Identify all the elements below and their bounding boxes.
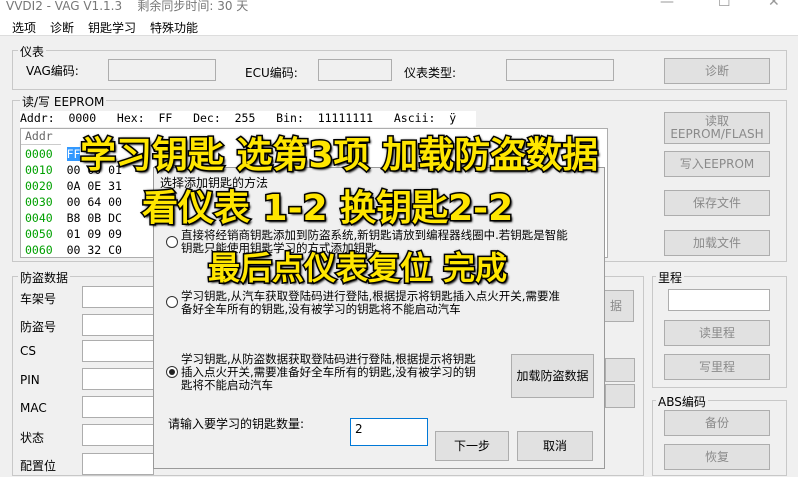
option3-radio[interactable] bbox=[166, 366, 178, 378]
hex-row: 0030 00 64 00 bbox=[25, 195, 122, 209]
immo-data-group-title: 防盗数据 bbox=[18, 269, 71, 286]
instrument-type-field bbox=[506, 59, 614, 81]
vag-code-label: VAG编码: bbox=[26, 64, 79, 78]
hex-addr-header: Addr bbox=[21, 129, 61, 145]
hex-row: 0000 FF bbox=[25, 147, 81, 161]
save-file-button[interactable]: 保存文件 bbox=[664, 190, 770, 216]
vin-label: 车架号 bbox=[20, 292, 57, 306]
read-mileage-button[interactable]: 读里程 bbox=[664, 320, 770, 346]
abs-restore-button[interactable]: 恢复 bbox=[664, 444, 770, 470]
ecu-code-field bbox=[318, 59, 392, 81]
close-icon[interactable]: ✕ bbox=[768, 0, 780, 10]
eeprom-group-title: 读/写 EEPROM bbox=[20, 93, 107, 110]
caption-line1: 学习钥匙 选第3项 加载防盗数据 bbox=[78, 134, 599, 178]
config-label: 配置位 bbox=[20, 459, 57, 473]
key-count-label: 请输入要学习的钥匙数量: bbox=[168, 417, 305, 431]
load-immo-data-button[interactable]: 加载防盗数据 bbox=[511, 354, 594, 398]
maximize-icon[interactable]: ☐ bbox=[718, 0, 731, 10]
menu-diagnosis[interactable]: 诊断 bbox=[50, 19, 74, 36]
menu-special-functions[interactable]: 特殊功能 bbox=[150, 19, 198, 36]
diagnose-button[interactable]: 诊断 bbox=[664, 58, 770, 84]
hex-row: 0060 00 32 C0 bbox=[25, 243, 122, 257]
mileage-group-title: 里程 bbox=[656, 269, 685, 286]
caption-line3: 最后点仪表复位 完成 bbox=[206, 248, 508, 289]
option2-radio[interactable] bbox=[166, 296, 178, 308]
minimize-icon[interactable]: — bbox=[660, 0, 674, 10]
hex-row: 0020 0A 0E 31 bbox=[25, 179, 122, 193]
option3-text[interactable]: 学习钥匙,从防盗数据获取登陆码进行登陆,根据提示将钥匙 插入点火开关,需要准备好… bbox=[181, 353, 476, 392]
mac-label: MAC bbox=[20, 401, 47, 415]
option2-text[interactable]: 学习钥匙,从汽车获取登陆码进行登陆,根据提示将钥匙插入点火开关,需要准 备好全车… bbox=[181, 290, 560, 316]
menu-options[interactable]: 选项 bbox=[12, 19, 36, 36]
vag-code-field bbox=[108, 59, 216, 81]
menu-key-learning[interactable]: 钥匙学习 bbox=[88, 19, 136, 36]
immo-id-field[interactable] bbox=[82, 314, 154, 336]
mac-field[interactable] bbox=[82, 396, 154, 418]
instrument-type-label: 仪表类型: bbox=[404, 66, 457, 80]
hidden-button[interactable] bbox=[605, 358, 635, 382]
status-label: 状态 bbox=[20, 431, 45, 445]
load-file-button[interactable]: 加载文件 bbox=[664, 230, 770, 256]
hex-status-line: Addr: 0000 Hex: FF Dec: 255 Bin: 1111111… bbox=[20, 111, 476, 127]
ecu-code-label: ECU编码: bbox=[245, 66, 298, 80]
read-eeprom-button[interactable]: 读取 EEPROM/FLASH bbox=[664, 112, 770, 144]
menu-bar: 选项 诊断 钥匙学习 特殊功能 bbox=[0, 16, 798, 36]
instrument-group-title: 仪表 bbox=[18, 43, 47, 60]
abs-group-title: ABS编码 bbox=[656, 393, 708, 410]
pin-label: PIN bbox=[20, 373, 40, 387]
write-mileage-button[interactable]: 写里程 bbox=[664, 354, 770, 380]
cs-field[interactable] bbox=[82, 340, 154, 362]
status-field[interactable] bbox=[82, 424, 154, 446]
pin-field[interactable] bbox=[82, 368, 154, 390]
write-eeprom-button[interactable]: 写入EEPROM bbox=[664, 151, 770, 177]
hex-row: 0040 B8 0B DC bbox=[25, 211, 122, 225]
cancel-button[interactable]: 取消 bbox=[517, 431, 593, 461]
next-button[interactable]: 下一步 bbox=[435, 431, 509, 461]
vin-field[interactable] bbox=[82, 286, 154, 308]
config-field[interactable] bbox=[82, 453, 154, 475]
abs-backup-button[interactable]: 备份 bbox=[664, 410, 770, 436]
window-title: VVDI2 - VAG V1.1.3 剩余同步时间: 30 天 bbox=[6, 0, 249, 13]
immo-id-label: 防盗号 bbox=[20, 320, 57, 334]
option1-radio[interactable] bbox=[166, 236, 178, 248]
caption-line2: 看仪表 1-2 换钥匙2-2 bbox=[140, 187, 514, 231]
title-bar: VVDI2 - VAG V1.1.3 剩余同步时间: 30 天 — ☐ ✕ bbox=[0, 0, 798, 16]
cs-label: CS bbox=[20, 344, 36, 358]
hex-row: 0050 01 09 09 bbox=[25, 227, 122, 241]
hidden-button[interactable] bbox=[605, 384, 635, 408]
key-count-input[interactable]: 2 bbox=[350, 418, 428, 446]
mileage-field[interactable] bbox=[668, 289, 770, 311]
